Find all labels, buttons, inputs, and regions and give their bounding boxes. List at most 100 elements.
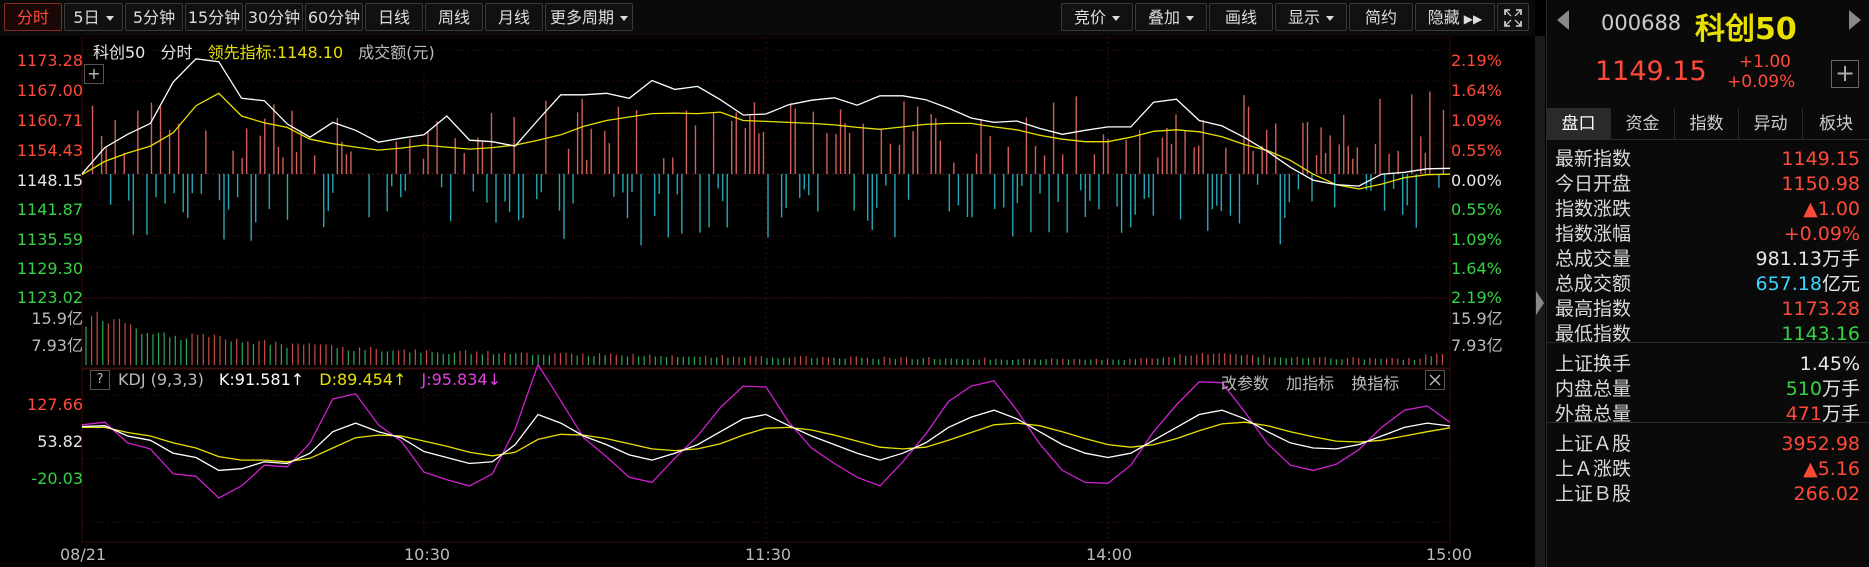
period-tab-intraday[interactable]: 分时 [4, 3, 62, 31]
legend-lead-value: 1148.10 [276, 43, 344, 62]
price-tick: 1154.43 [16, 141, 83, 160]
quote-value: 471万手 [1785, 403, 1860, 425]
time-tick: 10:30 [404, 545, 451, 564]
time-tick: 14:00 [1086, 545, 1133, 564]
quote-row: 最低指数 1143.16 [1555, 319, 1860, 349]
price-tick: 1135.59 [16, 230, 83, 249]
kdj-tick: -20.03 [31, 469, 83, 488]
legend-volume-label: 成交额(元) [358, 43, 435, 62]
period-tab-monthly[interactable]: 月线 [485, 3, 543, 31]
display-button[interactable]: 显示 [1275, 3, 1347, 31]
pct-tick: 1.64% [1451, 81, 1502, 100]
chevron-down-icon [1326, 16, 1334, 21]
time-tick: 15:00 [1426, 545, 1473, 564]
chevron-down-icon [1186, 16, 1194, 21]
chevron-down-icon [105, 16, 114, 21]
volume-tick: 15.9亿 [1451, 309, 1503, 328]
time-tick: 08/21 [60, 545, 107, 564]
pct-tick: 0.55% [1451, 200, 1502, 219]
help-icon: ? [96, 372, 104, 387]
double-chevron-right-icon: ▶▶ [1463, 12, 1483, 26]
volume-tick: 7.93亿 [31, 336, 83, 355]
kdj-k-value: K:91.581↑ [218, 370, 305, 389]
quote-row: 外盘总量 471万手 [1555, 399, 1860, 429]
tab-funds[interactable]: 资金 [1611, 108, 1675, 140]
price-tick: 1141.87 [16, 200, 83, 219]
price-tick: 1167.00 [16, 81, 83, 100]
quote-value: 1143.16 [1781, 323, 1860, 345]
plus-icon: + [1834, 59, 1856, 87]
quote-value: 266.02 [1793, 483, 1860, 505]
volume-tick: 15.9亿 [31, 309, 83, 328]
close-icon [1429, 374, 1441, 386]
panel-tabs: 盘口 资金 指数 异动 板块 [1547, 108, 1869, 140]
kdj-legend: KDJ (9,3,3) K:91.581↑ D:89.454↑ J:95.834… [118, 370, 501, 389]
period-tab-weekly[interactable]: 周线 [425, 3, 483, 31]
panel-splitter[interactable] [1535, 36, 1545, 567]
pct-tick: 0.55% [1451, 141, 1502, 160]
symbol-code: 000688 [1601, 11, 1682, 35]
period-tab-15min[interactable]: 15分钟 [185, 3, 243, 31]
period-tab-more[interactable]: 更多周期 [545, 3, 633, 31]
period-tab-60min[interactable]: 60分钟 [305, 3, 363, 31]
auction-button[interactable]: 竞价 [1061, 3, 1133, 31]
kdj-d-value: D:89.454↑ [319, 370, 407, 389]
prev-symbol-icon[interactable] [1557, 10, 1569, 30]
change-value: +1.00 [1738, 52, 1791, 72]
kdj-tick: 53.82 [37, 432, 83, 451]
kdj-help-button[interactable]: ? [90, 370, 110, 390]
symbol-name: 科创50 [1695, 12, 1797, 47]
last-price: 1149.15 [1595, 56, 1707, 87]
change-percent: +0.09% [1727, 72, 1796, 92]
hide-button[interactable]: 隐藏 ▶▶ [1415, 3, 1495, 31]
chart-canvas[interactable] [0, 37, 1535, 567]
time-tick: 11:30 [745, 545, 792, 564]
quote-row: 上证Ｂ股 266.02 [1555, 479, 1860, 509]
quote-unit: 万手 [1821, 378, 1860, 400]
next-symbol-icon[interactable] [1849, 10, 1861, 30]
overlay-button[interactable]: 叠加 [1135, 3, 1207, 31]
simple-mode-button[interactable]: 简约 [1349, 3, 1413, 31]
price-tick: 1173.28 [16, 51, 83, 70]
chart-legend: 科创50 分时 领先指标:1148.10 成交额(元) [93, 39, 435, 63]
kdj-actions: 改参数 加指标 换指标 [1221, 370, 1399, 394]
period-tab-5min[interactable]: 5分钟 [125, 3, 183, 31]
quote-label: 上证Ｂ股 [1555, 483, 1632, 505]
tab-index[interactable]: 指数 [1675, 108, 1739, 140]
quote-unit: 万手 [1821, 248, 1860, 270]
kdj-tick: 127.66 [27, 395, 83, 414]
quote-label: 最低指数 [1555, 323, 1632, 345]
add-indicator-button[interactable]: + [84, 64, 104, 84]
quote-panel: 000688 科创50 1149.15 +1.00 +0.09% + 盘口 资金… [1546, 0, 1869, 567]
period-tab-daily[interactable]: 日线 [365, 3, 423, 31]
chevron-down-icon [1112, 16, 1120, 21]
intraday-chart[interactable]: 科创50 分时 领先指标:1148.10 成交额(元) + 1173.28 11… [0, 37, 1535, 567]
legend-mode: 分时 [160, 43, 193, 62]
period-tab-5day[interactable]: 5日 [64, 3, 123, 31]
toolbar: 分时 5日 5分钟 15分钟 30分钟 60分钟 日线 周线 月线 更多周期 竞… [0, 0, 1535, 36]
period-tab-30min[interactable]: 30分钟 [245, 3, 303, 31]
pct-tick: 2.19% [1451, 51, 1502, 70]
pct-tick: 0.00% [1451, 171, 1502, 190]
add-watchlist-button[interactable]: + [1831, 60, 1859, 88]
edit-params-button[interactable]: 改参数 [1221, 374, 1269, 393]
pct-tick: 1.09% [1451, 230, 1502, 249]
divider [1547, 139, 1869, 140]
price-tick: 1160.71 [16, 111, 83, 130]
add-indicator-link[interactable]: 加指标 [1286, 374, 1334, 393]
volume-tick: 7.93亿 [1451, 336, 1503, 355]
legend-lead-label: 领先指标: [207, 43, 277, 62]
pct-tick: 1.09% [1451, 111, 1502, 130]
collapse-arrow-icon [1536, 291, 1544, 315]
legend-name: 科创50 [93, 43, 146, 62]
switch-indicator-link[interactable]: 换指标 [1351, 374, 1399, 393]
draw-line-button[interactable]: 画线 [1209, 3, 1273, 31]
chevron-down-icon [620, 16, 628, 21]
fullscreen-button[interactable] [1497, 3, 1529, 31]
tab-movement[interactable]: 异动 [1739, 108, 1803, 140]
kdj-j-value: J:95.834↓ [421, 370, 501, 389]
tab-orderbook[interactable]: 盘口 [1547, 108, 1611, 140]
pct-tick: 1.64% [1451, 259, 1502, 278]
close-indicator-button[interactable] [1425, 370, 1445, 390]
tab-sector[interactable]: 板块 [1803, 108, 1869, 140]
